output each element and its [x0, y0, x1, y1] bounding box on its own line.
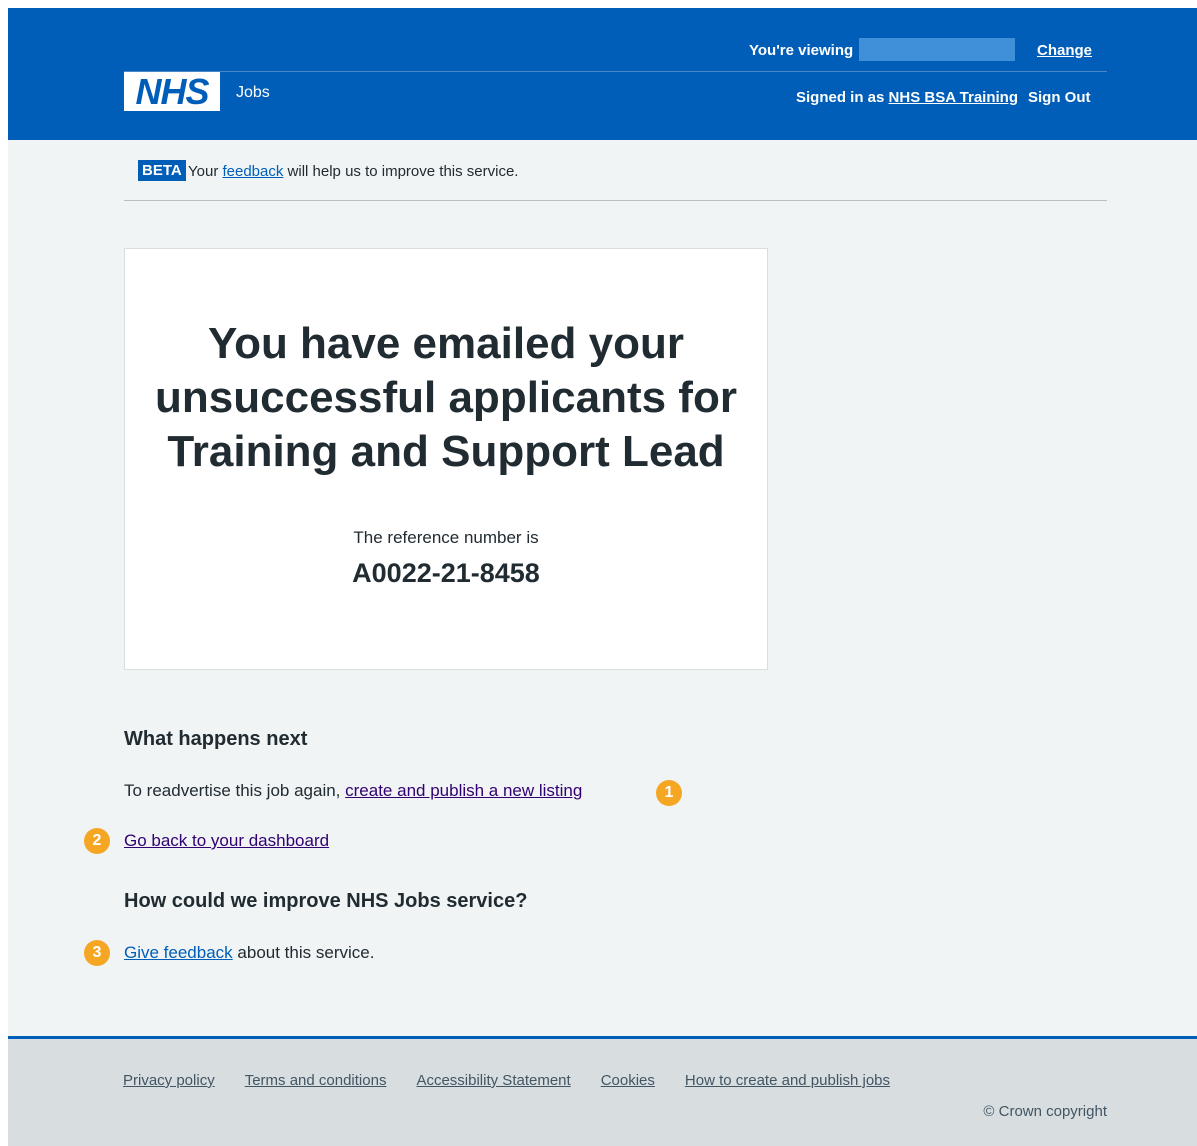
footer-link-how-to[interactable]: How to create and publish jobs: [685, 1072, 890, 1089]
signed-in-text: Signed in as NHS BSA Training: [796, 89, 1018, 106]
header-divider: [124, 71, 1107, 72]
beta-banner: BETA Your feedback will help us to impro…: [124, 160, 1107, 201]
create-listing-link[interactable]: create and publish a new listing: [345, 781, 582, 800]
footer: Privacy policy Terms and conditions Acce…: [8, 1036, 1197, 1146]
readvertise-text: To readvertise this job again,: [124, 781, 341, 800]
what-happens-next-heading: What happens next: [124, 728, 308, 750]
footer-links: Privacy policy Terms and conditions Acce…: [123, 1072, 890, 1089]
reference-number: A0022-21-8458: [352, 558, 540, 588]
reference-label: The reference number is: [353, 528, 539, 547]
annotation-badge-2: 2: [84, 828, 110, 854]
beta-feedback-link[interactable]: feedback: [222, 163, 283, 180]
signed-in-prefix: Signed in as: [796, 89, 885, 106]
annotation-badge-1: 1: [656, 780, 682, 806]
footer-link-privacy[interactable]: Privacy policy: [123, 1072, 215, 1089]
give-feedback-link[interactable]: Give feedback: [124, 943, 233, 962]
feedback-paragraph: Give feedback about this service.: [124, 943, 374, 963]
beta-text: Your feedback will help us to improve th…: [188, 163, 518, 180]
nhs-logo-text: NHS: [135, 70, 209, 112]
readvertise-paragraph: To readvertise this job again, create an…: [124, 781, 582, 801]
service-name: Jobs: [236, 84, 270, 101]
copyright: © Crown copyright: [983, 1103, 1107, 1120]
annotation-badge-3: 3: [84, 940, 110, 966]
dashboard-paragraph: Go back to your dashboard: [124, 831, 329, 851]
sign-out-link[interactable]: Sign Out: [1028, 89, 1091, 106]
footer-link-terms[interactable]: Terms and conditions: [245, 1072, 387, 1089]
dashboard-link[interactable]: Go back to your dashboard: [124, 831, 329, 850]
confirmation-title: You have emailed your unsuccessful appli…: [155, 319, 737, 476]
header: You're viewing Change NHS Jobs Signed in…: [8, 8, 1197, 140]
footer-link-accessibility[interactable]: Accessibility Statement: [416, 1072, 570, 1089]
beta-tag: BETA: [138, 160, 186, 181]
change-link[interactable]: Change: [1037, 42, 1092, 59]
beta-text-after: will help us to improve this service.: [287, 163, 519, 180]
page: You're viewing Change NHS Jobs Signed in…: [8, 8, 1197, 1146]
footer-link-cookies[interactable]: Cookies: [601, 1072, 655, 1089]
nhs-logo[interactable]: NHS: [124, 72, 220, 111]
improve-heading: How could we improve NHS Jobs service?: [124, 890, 528, 912]
beta-text-before: Your: [188, 163, 219, 180]
viewing-redacted-value: [859, 38, 1015, 61]
feedback-after-text: about this service.: [237, 943, 375, 962]
signed-in-user-link[interactable]: NHS BSA Training: [889, 89, 1018, 106]
confirmation-panel: You have emailed your unsuccessful appli…: [124, 248, 768, 670]
